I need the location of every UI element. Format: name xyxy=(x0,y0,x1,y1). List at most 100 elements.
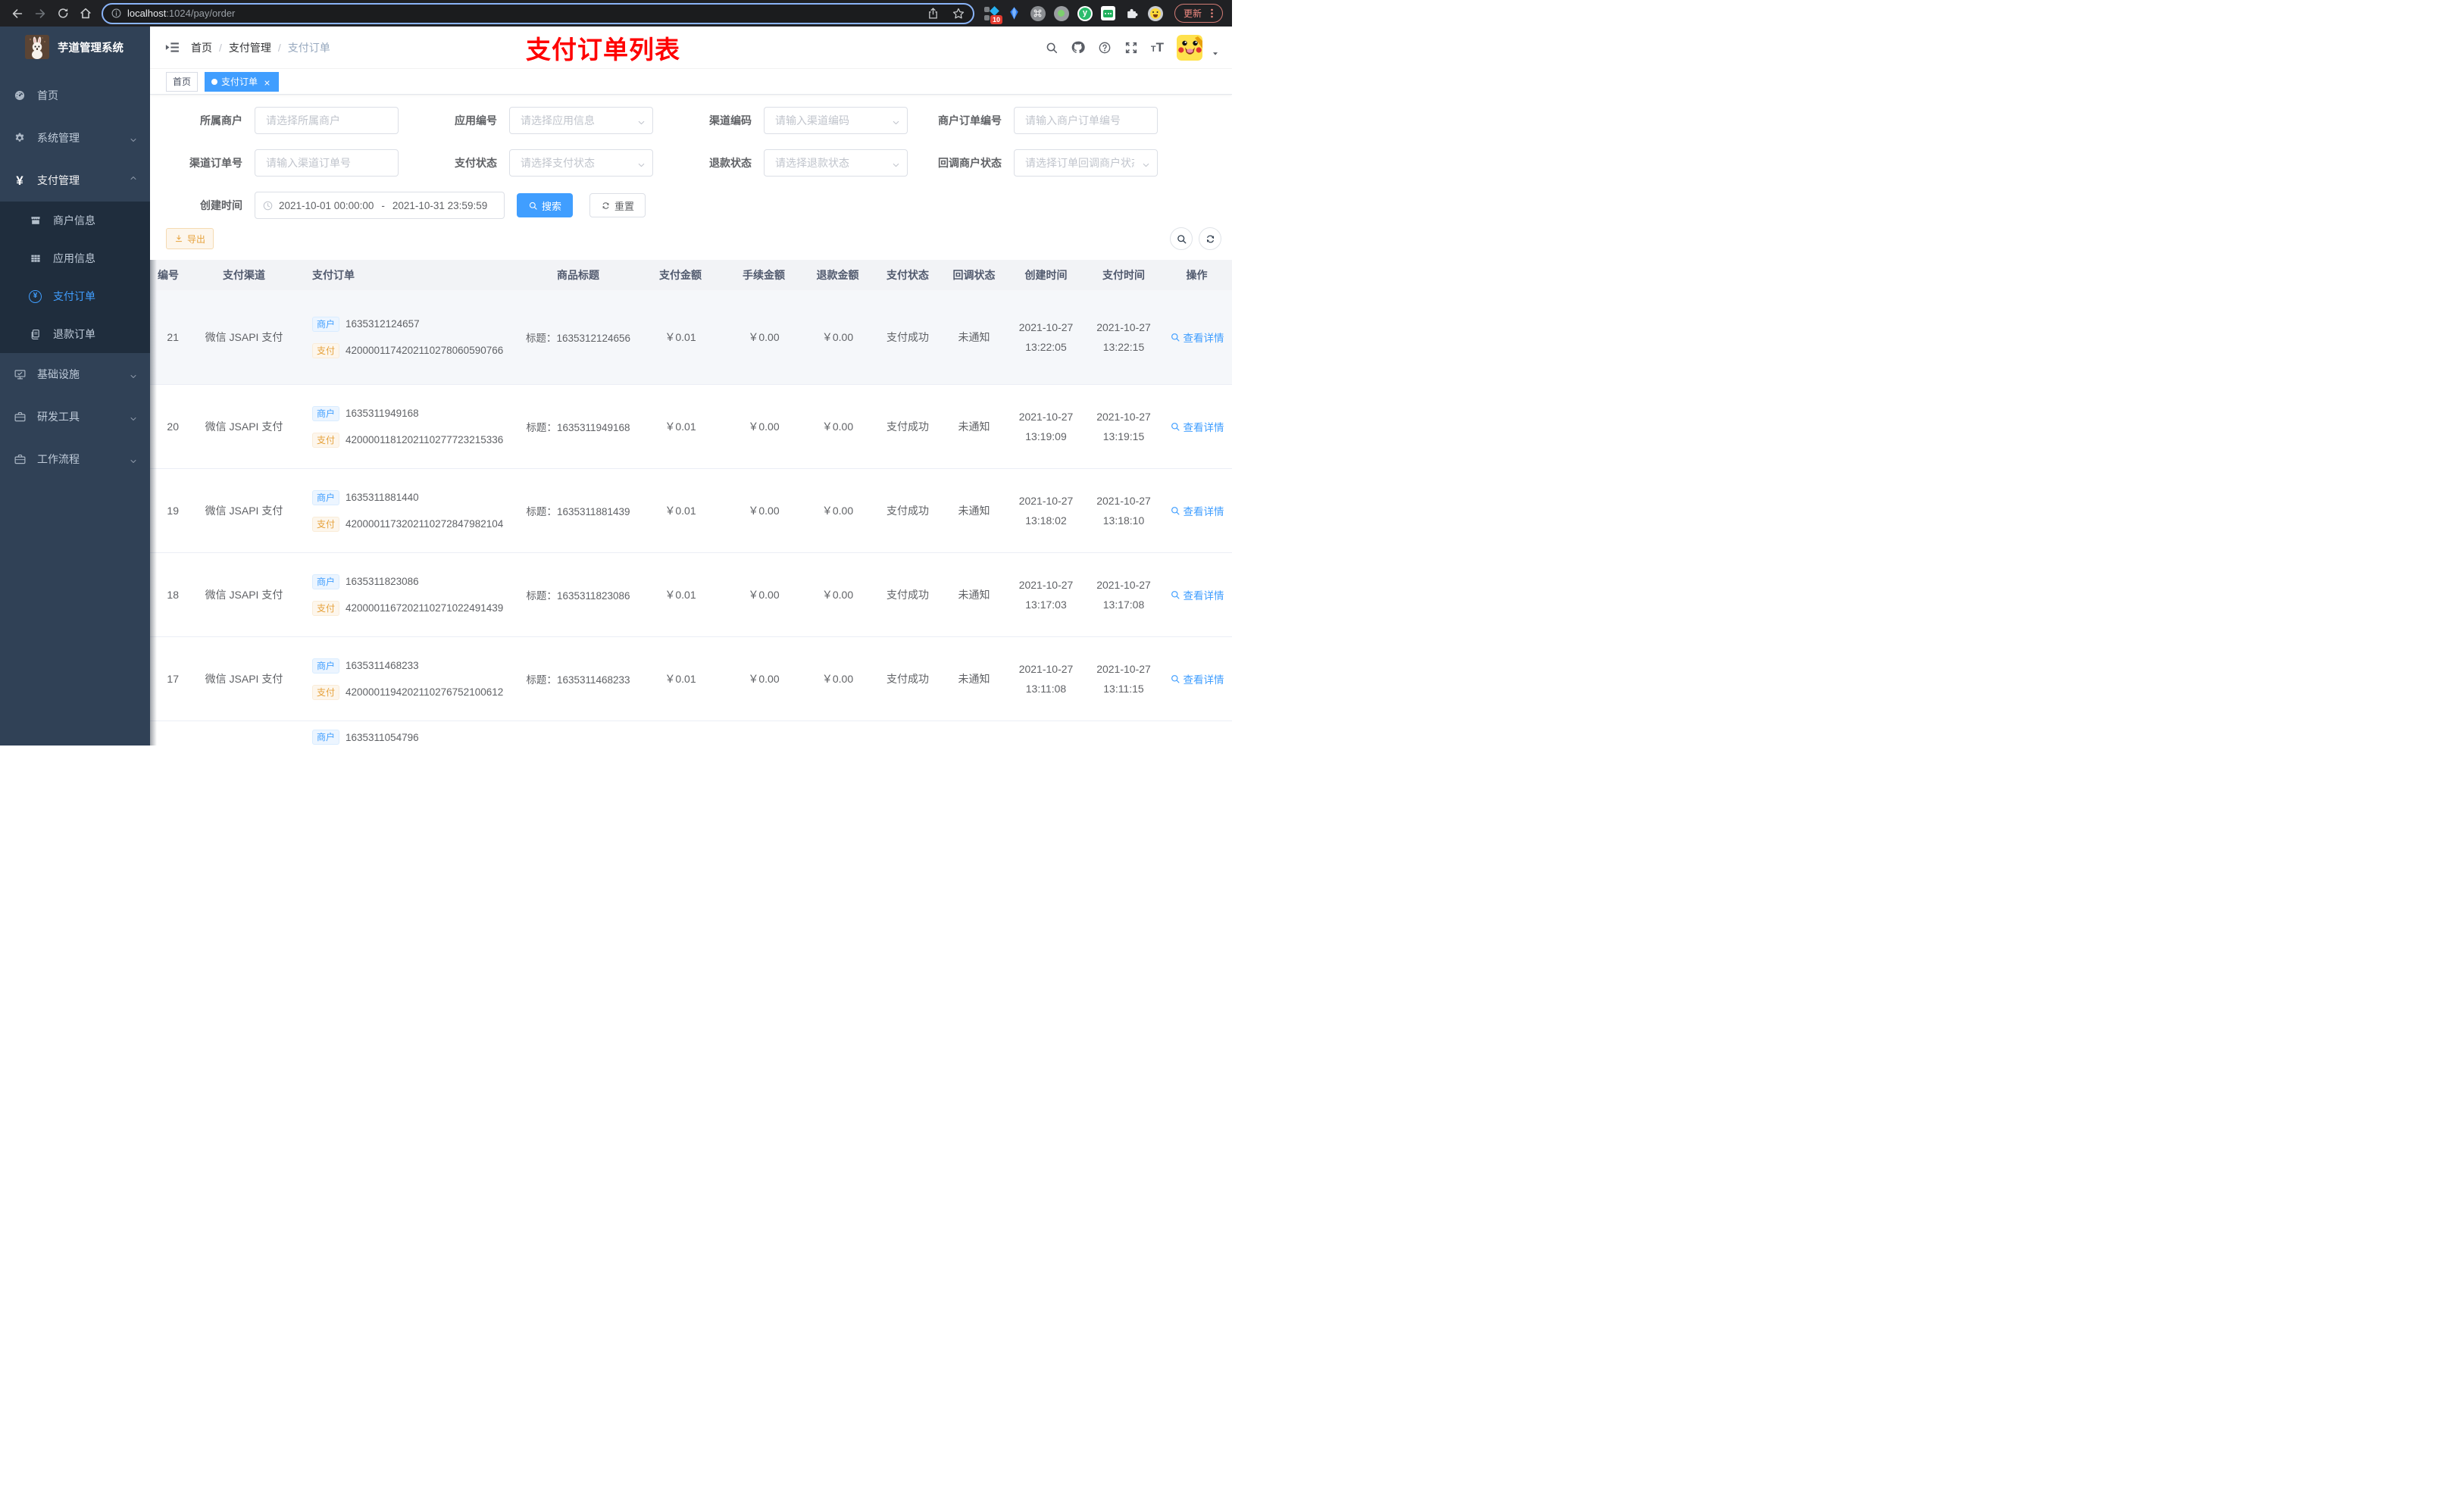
toggle-search-button[interactable] xyxy=(1170,227,1193,250)
app-select[interactable] xyxy=(509,107,653,134)
channel-order-no-input[interactable] xyxy=(255,149,399,177)
merchant-tag: 商户 xyxy=(312,574,340,589)
sidebar-item-label: 退款订单 xyxy=(53,328,95,340)
yuque-extension-icon[interactable]: y xyxy=(1077,5,1093,21)
column-header: 回调状态 xyxy=(952,269,996,281)
profile-emoji-icon[interactable] xyxy=(1147,5,1163,21)
pay-tag: 支付 xyxy=(312,684,340,700)
merchant-order-no: 1635311881440 xyxy=(346,492,419,503)
field-label: 创建时间 xyxy=(200,199,242,211)
export-button[interactable]: 导出 xyxy=(166,228,214,249)
browser-menu-dots-icon[interactable] xyxy=(1206,8,1218,19)
notify-status-select[interactable] xyxy=(1014,149,1158,177)
sidebar-item-label: 支付订单 xyxy=(53,290,95,302)
field-label: 商户订单编号 xyxy=(938,114,1002,127)
site-info-icon[interactable] xyxy=(111,8,122,19)
share-icon[interactable] xyxy=(927,7,940,20)
sidebar-item-label: 研发工具 xyxy=(37,411,80,423)
pay-channel: 微信 JSAPI 支付 xyxy=(205,673,283,685)
sidebar-item-workflow[interactable]: 工作流程 xyxy=(0,438,150,480)
puzzle-extensions-icon[interactable] xyxy=(1124,6,1140,21)
pay-tag: 支付 xyxy=(312,516,340,532)
pay-amount: ￥0.01 xyxy=(664,673,696,685)
search-icon xyxy=(1170,674,1180,684)
product-title: 标题：1635311468233 xyxy=(526,674,630,686)
navbar: 首页 / 支付管理 / 支付订单 支付订单列表 TT xyxy=(150,27,1232,69)
toolbox-icon xyxy=(14,453,26,465)
sidebar-item-home[interactable]: 首页 xyxy=(0,74,150,117)
browser-back-button[interactable] xyxy=(8,4,27,23)
breadcrumb-pay-management[interactable]: 支付管理 xyxy=(229,40,271,55)
view-detail-link[interactable]: 查看详情 xyxy=(1170,587,1224,602)
search-icon xyxy=(1170,332,1180,342)
pay-status-select[interactable] xyxy=(509,149,653,177)
shop-icon xyxy=(29,214,42,227)
field-label: 回调商户状态 xyxy=(938,157,1002,169)
sidebar-item-dev-tools[interactable]: 研发工具 xyxy=(0,395,150,438)
channel-code-select[interactable] xyxy=(764,107,908,134)
merchant-input[interactable] xyxy=(255,107,399,134)
refresh-icon xyxy=(1205,233,1216,245)
column-header: 商品标题 xyxy=(557,269,599,281)
pay-amount: ￥0.01 xyxy=(664,331,696,343)
address-bar[interactable]: localhost:1024/pay/order xyxy=(102,2,974,24)
yen-icon: ¥ xyxy=(16,173,23,188)
pay-status: 支付成功 xyxy=(886,420,929,433)
merchant-order-no-input[interactable] xyxy=(1014,107,1158,134)
sidebar-item-refund-order[interactable]: 退款订单 xyxy=(0,315,150,353)
tab-pay-order[interactable]: 支付订单 xyxy=(205,71,280,92)
breadcrumb-home[interactable]: 首页 xyxy=(191,40,212,55)
channel-pay-no: 4200001167202110271022491439 xyxy=(346,602,504,614)
search-button[interactable]: 搜索 xyxy=(517,193,574,217)
merchant-order-no: 1635311468233 xyxy=(346,660,419,671)
sidebar-item-infrastructure[interactable]: 基础设施 xyxy=(0,353,150,395)
view-detail-link[interactable]: 查看详情 xyxy=(1170,330,1224,345)
sidebar-item-pay-order[interactable]: ¥ 支付订单 xyxy=(0,277,150,315)
reset-button[interactable]: 重置 xyxy=(589,193,646,217)
close-icon[interactable] xyxy=(263,77,272,86)
sidebar-toggle-icon[interactable] xyxy=(164,39,180,56)
date-range-picker[interactable]: 2021-10-01 00:00:00 - 2021-10-31 23:59:5… xyxy=(255,192,505,219)
merchant-tag: 商户 xyxy=(312,489,340,505)
browser-toolbar: localhost:1024/pay/order 10 y 更新 xyxy=(0,0,1232,27)
app-logo-row[interactable]: 芋道管理系统 xyxy=(0,27,150,67)
tab-home[interactable]: 首页 xyxy=(166,71,199,92)
download-icon xyxy=(174,234,183,243)
date-end: 2021-10-31 23:59:59 xyxy=(392,199,488,211)
extension-badge-icon[interactable]: 10 xyxy=(983,5,1002,24)
bookmark-star-icon[interactable] xyxy=(952,6,965,20)
dot-extension-icon[interactable] xyxy=(1053,5,1069,21)
pay-status: 支付成功 xyxy=(886,589,929,601)
sidebar-item-system[interactable]: 系统管理 xyxy=(0,117,150,159)
search-icon xyxy=(1170,589,1180,600)
sidebar-item-app-info[interactable]: 应用信息 xyxy=(0,239,150,277)
gem-extension-icon[interactable] xyxy=(1007,6,1022,21)
sidebar-item-payment[interactable]: ¥ 支付管理 xyxy=(0,159,150,202)
pay-channel: 微信 JSAPI 支付 xyxy=(205,589,283,601)
user-avatar[interactable] xyxy=(1177,34,1202,61)
search-icon[interactable] xyxy=(1045,41,1058,55)
column-header: 编号 xyxy=(158,269,179,281)
browser-reload-button[interactable] xyxy=(53,4,73,23)
view-detail-link[interactable]: 查看详情 xyxy=(1170,419,1224,434)
help-icon[interactable] xyxy=(1098,41,1112,55)
merchant-order-no: 1635311949168 xyxy=(346,408,419,419)
command-extension-icon[interactable] xyxy=(1030,5,1046,21)
merchant-tag: 商户 xyxy=(312,405,340,421)
github-icon[interactable] xyxy=(1071,41,1085,55)
view-detail-link[interactable]: 查看详情 xyxy=(1170,503,1224,518)
avatar-caret-icon[interactable] xyxy=(1211,47,1220,56)
extensions-area: 10 y 更新 xyxy=(980,4,1226,24)
refund-status-select[interactable] xyxy=(764,149,908,177)
chrome-update-button[interactable]: 更新 xyxy=(1174,4,1223,23)
fullscreen-icon[interactable] xyxy=(1124,41,1138,55)
app-title: 芋道管理系统 xyxy=(58,42,124,55)
view-detail-link[interactable]: 查看详情 xyxy=(1170,671,1224,686)
refresh-table-button[interactable] xyxy=(1199,227,1221,250)
browser-home-button[interactable] xyxy=(76,4,95,23)
chat-extension-icon[interactable] xyxy=(1101,6,1116,21)
font-size-icon[interactable]: TT xyxy=(1151,41,1164,54)
sidebar: 芋道管理系统 首页 系统管理 ¥ 支付管理 商户信息 应用信息 ¥ 支付订单 退… xyxy=(0,27,150,746)
sidebar-item-merchant-info[interactable]: 商户信息 xyxy=(0,202,150,239)
browser-forward-button[interactable] xyxy=(30,4,50,23)
